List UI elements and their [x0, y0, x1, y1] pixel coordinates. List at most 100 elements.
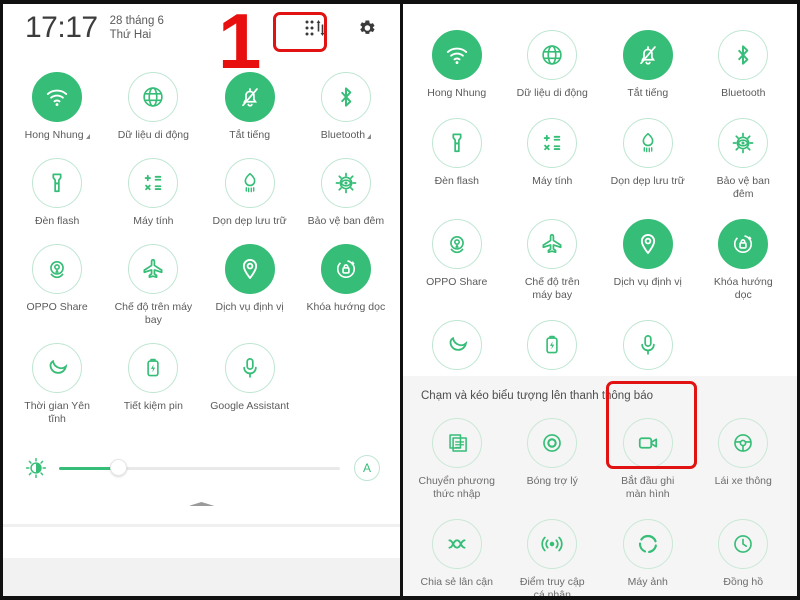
drag-tiles-section: Chạm và kéo biểu tượng lên thanh thông b… [403, 376, 797, 596]
date-block: 28 tháng 6 Thứ Hai [110, 14, 164, 42]
bluetooth-icon[interactable] [320, 72, 371, 122]
eye-care-icon[interactable] [718, 118, 769, 168]
quick-tile-label: Chia sẻ lân cận [420, 576, 493, 588]
globe-icon[interactable] [128, 72, 179, 122]
quick-tile-label: Dịch vụ định vị [215, 301, 284, 313]
globe-icon[interactable] [527, 30, 578, 80]
quick-tile[interactable]: Thời gian Yên tĩnh [9, 333, 105, 426]
quick-tile-label: Bảo vệ ban đêm [716, 175, 770, 200]
brightness-slider[interactable] [59, 457, 340, 479]
quick-tile[interactable]: Điểm truy cập cá nhân [505, 509, 601, 596]
quick-tile[interactable]: Google Assistant [202, 333, 298, 426]
oppo-share-icon[interactable] [32, 244, 83, 294]
driving-mode-icon[interactable] [718, 418, 769, 468]
quick-tile[interactable]: Chế độ trên máy bay [105, 234, 201, 327]
quick-settings-panel-right: Hong Nhung Dữ liệu di động Tắt tiếng Blueto… [403, 4, 797, 596]
airplane-icon[interactable] [128, 244, 179, 294]
reorder-tiles-button[interactable] [298, 16, 332, 44]
moon-icon[interactable] [32, 343, 83, 393]
quick-tile[interactable]: Đèn flash [9, 148, 105, 228]
rotation-lock-icon[interactable] [320, 244, 371, 294]
quick-tile[interactable]: Chế độ trên máy bay [505, 209, 601, 302]
quick-tile[interactable]: Máy tính [105, 148, 201, 228]
flashlight-icon[interactable] [32, 158, 83, 208]
microphone-icon[interactable] [622, 320, 673, 370]
battery-saver-icon[interactable] [527, 320, 578, 370]
assistive-ball-icon[interactable] [527, 418, 578, 468]
quick-tile[interactable]: Bảo vệ ban đêm [298, 148, 394, 228]
quick-tile[interactable]: Hong Nhung [9, 62, 105, 142]
quick-tile[interactable]: OPPO Share [9, 234, 105, 327]
quick-tile[interactable]: Tắt tiếng [600, 20, 696, 100]
quick-tile[interactable]: Chuyển phương thức nhập [409, 408, 505, 501]
quick-tile[interactable]: Đồng hồ [696, 509, 792, 596]
quick-tile-label: Đèn flash [434, 175, 479, 187]
battery-saver-icon[interactable] [128, 343, 179, 393]
quick-tile[interactable]: Bóng trợ lý [505, 408, 601, 501]
airplane-icon[interactable] [527, 219, 578, 269]
clock-icon[interactable] [718, 519, 769, 569]
brightness-row: A [3, 448, 400, 488]
wifi-icon[interactable] [431, 30, 482, 80]
quick-tile[interactable]: Chia sẻ lân cận [409, 509, 505, 596]
collapse-handle[interactable] [188, 502, 215, 506]
quick-tile[interactable]: Khóa hướng dọc [696, 209, 792, 302]
quick-tile[interactable]: Dữ liệu di động [505, 20, 601, 100]
quick-tile-label: Bảo vệ ban đêm [307, 215, 385, 227]
quick-tile[interactable]: Máy tính [505, 108, 601, 201]
keyboard-switch-icon[interactable] [431, 418, 482, 468]
rotation-lock-icon[interactable] [718, 219, 769, 269]
expand-caret-icon[interactable] [367, 134, 372, 139]
bell-off-icon[interactable] [622, 30, 673, 80]
quick-tile[interactable]: Lái xe thông [696, 408, 792, 501]
eye-care-icon[interactable] [320, 158, 371, 208]
annotation-number-1: 1 [218, 4, 262, 85]
calculator-icon[interactable] [128, 158, 179, 208]
flashlight-icon[interactable] [431, 118, 482, 168]
screen-record-icon[interactable] [622, 418, 673, 468]
nearby-share-icon[interactable] [431, 519, 482, 569]
storage-clean-icon[interactable] [622, 118, 673, 168]
quick-tile[interactable]: Khóa hướng dọc [298, 234, 394, 327]
drag-hint-text: Chạm và kéo biểu tượng lên thanh thông b… [421, 390, 653, 402]
bluetooth-icon[interactable] [718, 30, 769, 80]
settings-button[interactable] [354, 16, 380, 44]
quick-tile-label: Đèn flash [34, 215, 80, 227]
location-pin-icon[interactable] [224, 244, 275, 294]
drag-tiles-grid: Chuyển phương thức nhập Bóng trợ lý Bắt đầ… [403, 406, 797, 596]
quick-tile-label: Hong Nhung [25, 129, 90, 142]
quick-tile-label: Khóa hướng dọc [306, 301, 386, 313]
storage-clean-icon[interactable] [224, 158, 275, 208]
slider-thumb[interactable] [110, 459, 127, 476]
quick-tile[interactable]: Đèn flash [409, 108, 505, 201]
status-header: 17:17 28 tháng 6 Thứ Hai [3, 4, 400, 60]
quick-tile[interactable]: Bluetooth [696, 20, 792, 100]
quick-tile[interactable]: Bluetooth [298, 62, 394, 142]
quick-tile[interactable]: Hong Nhung [409, 20, 505, 100]
quick-tile[interactable]: Dịch vụ định vị [202, 234, 298, 327]
hotspot-icon[interactable] [527, 519, 578, 569]
calculator-icon[interactable] [527, 118, 578, 168]
auto-brightness-button[interactable]: A [354, 455, 380, 481]
quick-tile-label: Hong Nhung [427, 87, 487, 99]
quick-tile-label: Máy tính [133, 215, 174, 227]
wifi-icon[interactable] [32, 72, 83, 122]
expand-caret-icon[interactable] [85, 134, 90, 139]
moon-icon[interactable] [431, 320, 482, 370]
quick-tile[interactable]: Bắt đầu ghi màn hình [600, 408, 696, 501]
quick-tile[interactable]: Tiết kiệm pin [105, 333, 201, 426]
quick-tile[interactable]: Dữ liệu di động [105, 62, 201, 142]
quick-tile[interactable]: Dọn dẹp lưu trữ [202, 148, 298, 228]
microphone-icon[interactable] [224, 343, 275, 393]
location-pin-icon[interactable] [622, 219, 673, 269]
quick-tile[interactable]: Dịch vụ định vị [600, 209, 696, 302]
quick-tile[interactable]: OPPO Share [409, 209, 505, 302]
quick-tile-label: Tắt tiếng [229, 129, 271, 141]
quick-tile[interactable]: Bảo vệ ban đêm [696, 108, 792, 201]
date-text: 28 tháng 6 [109, 15, 164, 27]
oppo-share-icon[interactable] [431, 219, 482, 269]
quick-tile[interactable]: Dọn dẹp lưu trữ [600, 108, 696, 201]
quick-tile[interactable]: Máy ảnh [600, 509, 696, 596]
camera-icon[interactable] [622, 519, 673, 569]
quick-tile-label: Chế độ trên máy bay [114, 301, 193, 326]
